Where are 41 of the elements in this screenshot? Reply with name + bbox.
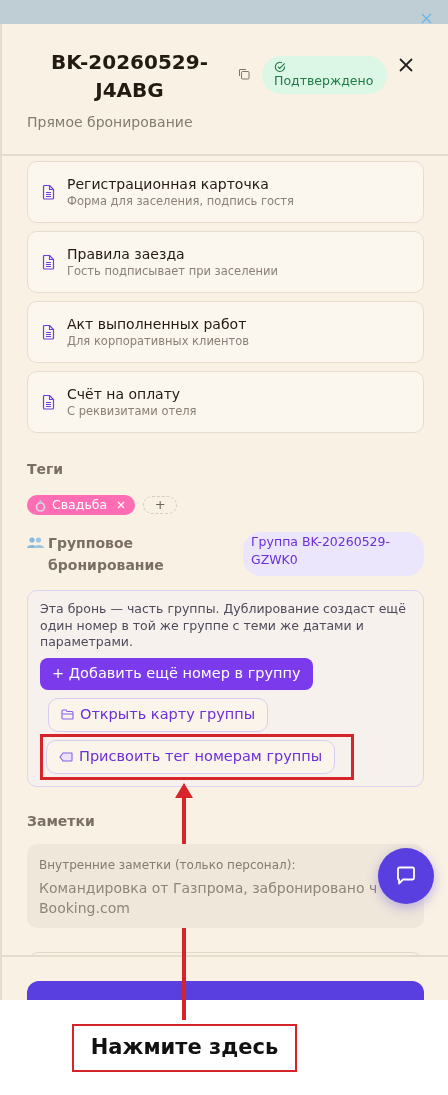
document-icon — [42, 394, 55, 410]
notes-text: Booking.com — [39, 898, 131, 918]
section-title: Групповое бронирование — [48, 534, 165, 575]
section-title: Теги — [27, 460, 65, 479]
people-icon — [27, 537, 44, 549]
document-subtitle: Для корпоративных клиентов — [67, 333, 249, 349]
copy-icon[interactable] — [238, 68, 250, 80]
notes-text: Командировка от Газпрома, забронировано ч — [39, 878, 379, 898]
document-icon — [42, 324, 55, 340]
document-title: Регистрационная карточка — [67, 175, 270, 193]
booking-id: BK-20260529-J4ABG — [50, 49, 209, 104]
close-icon[interactable] — [399, 58, 414, 72]
document-item[interactable]: Регистрационная карточка Форма для заселения, подпись гостя — [27, 161, 424, 223]
booking-source: Прямое бронирование — [27, 113, 194, 132]
notes-label: Внутренние заметки (только персонал): — [39, 856, 297, 874]
remove-icon[interactable] — [117, 501, 126, 509]
document-icon — [42, 254, 55, 270]
document-subtitle: С реквизитами отеля — [67, 403, 197, 419]
add-room-button[interactable]: + Добавить ещё номер в группу — [40, 657, 313, 690]
document-subtitle: Форма для заселения, подпись гостя — [67, 193, 294, 209]
tag-label: Свадьба — [52, 495, 108, 514]
section-title: Заметки — [27, 811, 96, 831]
assign-tag-button[interactable]: Присвоить тег номерам группы — [46, 739, 336, 774]
status-badge: Подтверждено — [262, 56, 388, 94]
check-circle-icon — [274, 61, 286, 73]
ring-icon — [35, 498, 46, 512]
folder-icon — [61, 709, 74, 720]
tag-icon — [59, 751, 73, 762]
document-item[interactable]: Акт выполненных работ Для корпоративных клиентов — [27, 301, 424, 363]
document-subtitle: Гость подписывает при заселении — [67, 263, 279, 279]
document-icon — [42, 184, 55, 200]
document-item[interactable]: Правила заезда Гость подписывает при заселении — [27, 231, 424, 293]
open-group-map-button[interactable]: Открыть карту группы — [48, 697, 269, 732]
document-title: Акт выполненных работ — [67, 315, 248, 333]
chat-icon — [395, 865, 417, 887]
document-item[interactable]: Счёт на оплату С реквизитами отеля — [27, 371, 424, 433]
callout-label: Нажмите здесь — [72, 1024, 297, 1072]
group-note: Эта бронь — часть группы. Дублирование создаст ещё один номер в той же группе с теми же датами и параметрами. — [40, 601, 407, 651]
document-title: Счёт на оплату — [67, 385, 182, 403]
document-title: Правила заезда — [67, 245, 186, 263]
group-badge[interactable]: Группа BK-20260529-GZWK0 — [243, 532, 424, 576]
